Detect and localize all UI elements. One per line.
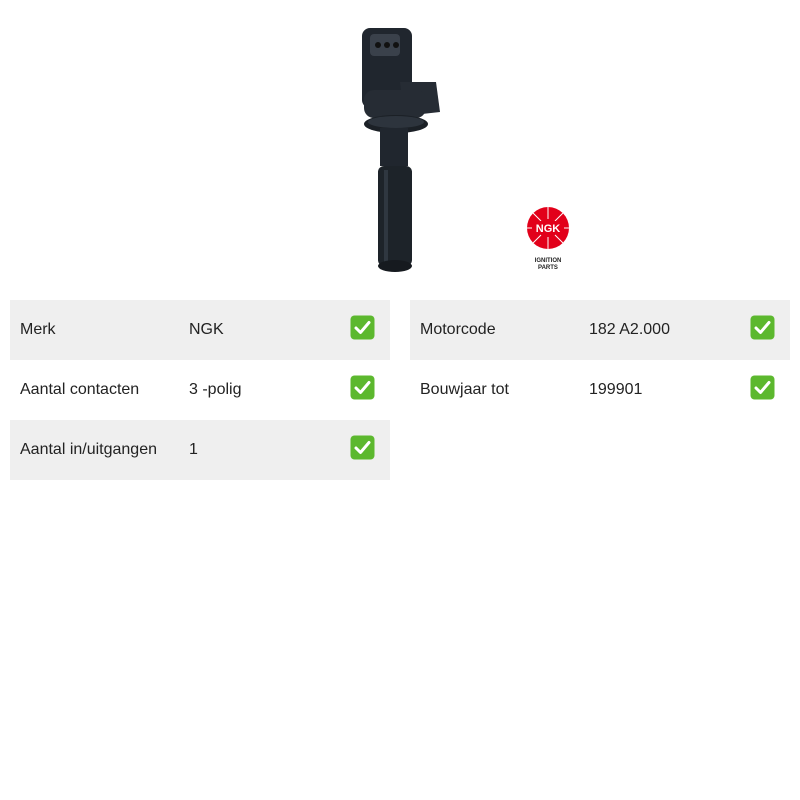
spec-label: Aantal contacten (20, 381, 140, 398)
check-icon (750, 375, 775, 400)
spec-label: Bouwjaar tot (420, 381, 509, 398)
spec-table-right: Motorcode 182 A2.000 Bouwjaar tot 199901 (410, 300, 790, 420)
ignition-coil-image (362, 28, 440, 272)
spec-row-bouwjaar-tot: Bouwjaar tot 199901 (410, 360, 790, 420)
ngk-logo-icon: NGK IGNITION PARTS (527, 207, 569, 271)
svg-text:PARTS: PARTS (538, 265, 558, 271)
spec-value: NGK (189, 321, 224, 338)
spec-row-aantal-in-uitgangen: Aantal in/uitgangen 1 (10, 420, 390, 480)
ngk-logo: NGK IGNITION PARTS (520, 200, 576, 276)
product-image (340, 20, 460, 280)
spec-label: Aantal in/uitgangen (20, 441, 157, 458)
check-icon (350, 375, 375, 400)
spec-row-merk: Merk NGK (10, 300, 390, 360)
check-icon (750, 315, 775, 340)
svg-text:NGK: NGK (536, 223, 561, 235)
svg-text:IGNITION: IGNITION (535, 258, 562, 264)
spec-row-motorcode: Motorcode 182 A2.000 (410, 300, 790, 360)
spec-table-left: Merk NGK Aantal contacten 3 -polig Aanta… (10, 300, 390, 480)
spec-value: 182 A2.000 (589, 321, 670, 338)
spec-value: 3 -polig (189, 381, 242, 398)
spec-label: Merk (20, 321, 56, 338)
spec-label: Motorcode (420, 321, 496, 338)
check-icon (350, 315, 375, 340)
check-icon (350, 435, 375, 460)
spec-value: 1 (189, 441, 198, 458)
spec-row-aantal-contacten: Aantal contacten 3 -polig (10, 360, 390, 420)
spec-value: 199901 (589, 381, 643, 398)
